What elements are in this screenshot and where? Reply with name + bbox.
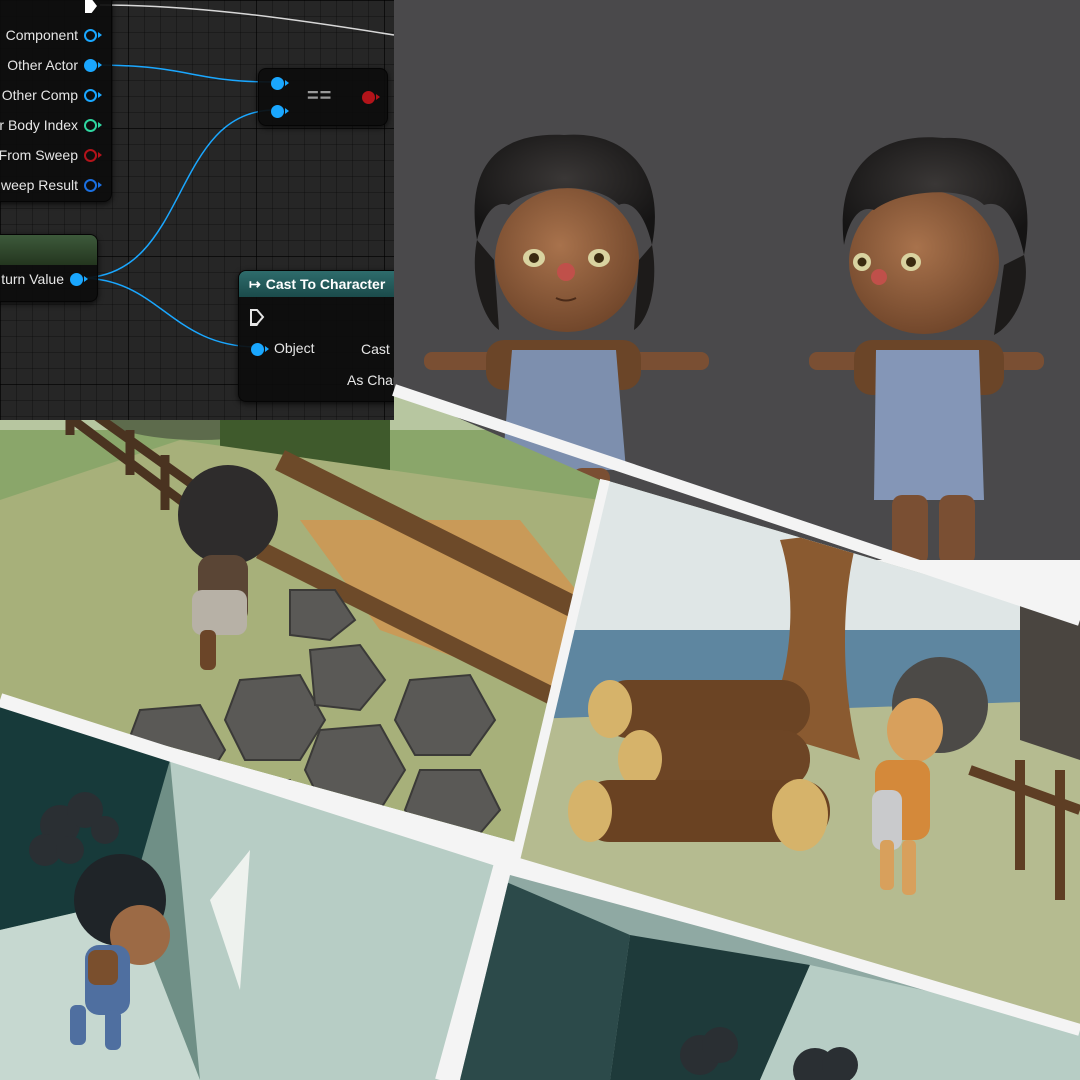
character-side-view: [809, 137, 1044, 560]
input-a-pin-icon[interactable]: [271, 77, 289, 90]
input-b-pin-icon[interactable]: [271, 105, 289, 118]
object-pin-label: Object: [274, 340, 315, 356]
pin-component[interactable]: Component: [6, 27, 102, 43]
pin-return-value[interactable]: turn Value: [1, 271, 88, 287]
bool-output-pin-icon[interactable]: [362, 91, 380, 104]
struct-pin-icon[interactable]: [84, 178, 102, 192]
pin-from-sweep[interactable]: From Sweep: [0, 147, 102, 163]
object-pin-icon[interactable]: [70, 272, 88, 286]
integer-pin-icon[interactable]: [84, 118, 102, 132]
cast-arrow-icon: ↦: [249, 276, 261, 292]
blueprint-graph-editor[interactable]: Component Other Actor Other Comp r Body …: [0, 0, 394, 420]
equals-operator-label: ==: [307, 85, 333, 107]
object-pin-icon[interactable]: [84, 58, 102, 72]
exec-input-pin-icon[interactable]: [249, 308, 265, 326]
pin-other-comp[interactable]: Other Comp: [2, 87, 102, 103]
object-pin-icon[interactable]: [84, 88, 102, 102]
cast-node-title: Cast To Character: [265, 276, 386, 292]
equals-node[interactable]: ==: [258, 68, 388, 126]
cast-to-character-node[interactable]: ↦ Cast To Character Object Cast As Char: [238, 270, 394, 402]
as-character-label: As Char: [347, 372, 394, 388]
exec-output-pin[interactable]: [85, 0, 97, 13]
pin-body-index[interactable]: r Body Index: [0, 117, 102, 133]
object-pin-icon[interactable]: [84, 28, 102, 42]
pin-sweep-result[interactable]: weep Result: [1, 177, 102, 193]
cast-failed-label: Cast: [361, 341, 390, 357]
pin-other-actor[interactable]: Other Actor: [7, 57, 102, 73]
object-input-pin-icon[interactable]: [251, 343, 269, 356]
function-return-node[interactable]: turn Value: [0, 234, 98, 302]
node-header: [0, 235, 97, 265]
node-header: ↦ Cast To Character: [239, 271, 394, 297]
bool-pin-icon[interactable]: [84, 148, 102, 162]
overlap-event-node[interactable]: Component Other Actor Other Comp r Body …: [0, 0, 112, 202]
